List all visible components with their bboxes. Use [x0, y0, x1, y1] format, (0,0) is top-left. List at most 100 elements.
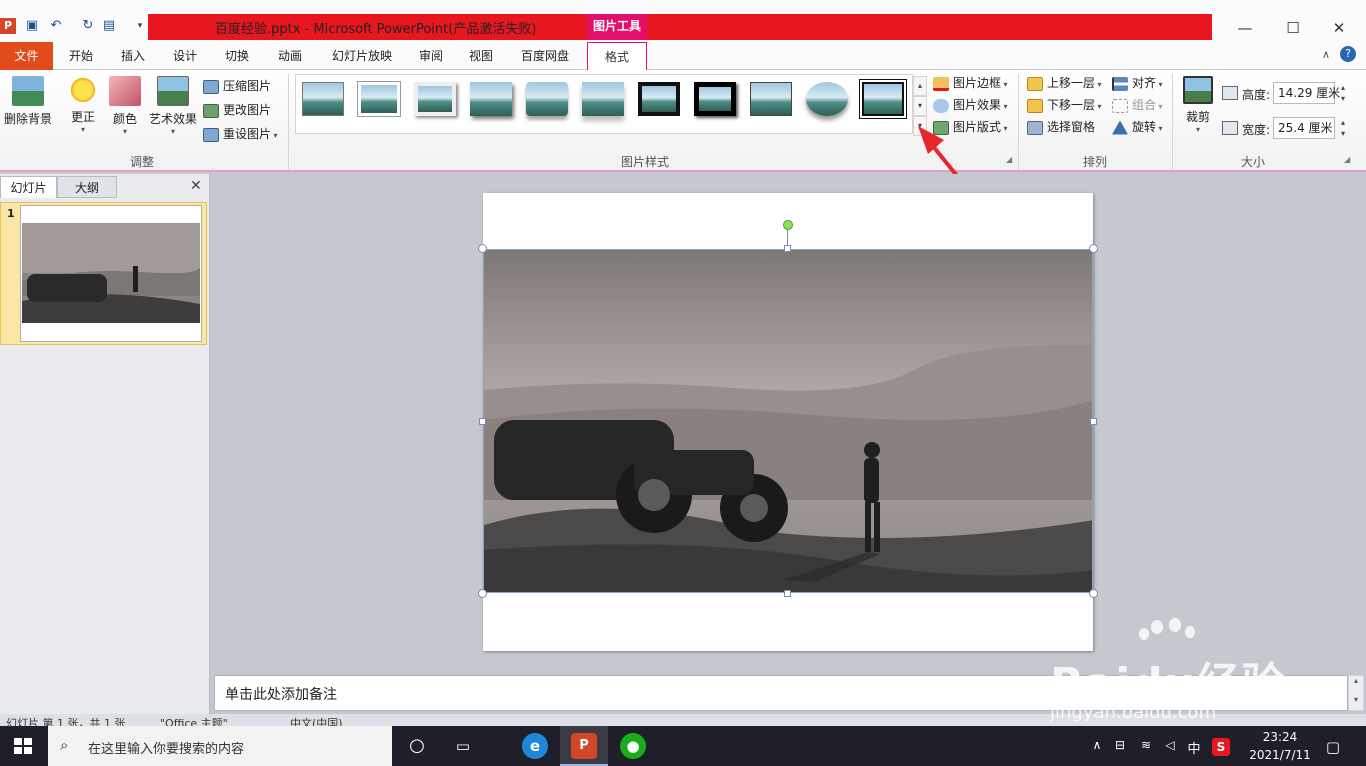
resize-handle-n[interactable]	[784, 245, 791, 252]
ribbon-collapse-icon[interactable]: ∧	[1322, 48, 1330, 61]
corrections-button[interactable]: 更正 ▾	[62, 76, 104, 134]
color-icon	[109, 76, 141, 106]
style-thumb-7[interactable]	[638, 82, 680, 116]
resize-handle-s[interactable]	[784, 590, 791, 597]
sogou-ime-icon[interactable]: S	[1212, 738, 1230, 756]
resize-handle-nw[interactable]	[478, 244, 487, 253]
resize-handle-sw[interactable]	[478, 589, 487, 598]
gallery-scroll-up-icon[interactable]: ▴	[913, 76, 927, 96]
minimize-button[interactable]: —	[1222, 14, 1268, 42]
tab-insert[interactable]: 插入	[110, 42, 156, 70]
scroll-down-icon[interactable]: ▾	[1349, 695, 1363, 704]
close-button[interactable]: ✕	[1316, 14, 1362, 42]
view-icon[interactable]: ▤	[101, 18, 117, 34]
tray-expand-icon[interactable]: ∧	[1090, 738, 1104, 752]
app-logo-icon[interactable]: P	[0, 18, 16, 34]
tab-animations[interactable]: 动画	[266, 42, 314, 70]
baidu-watermark: Baidu经验 jingyan.baidu.com	[1050, 618, 1350, 723]
height-spinner-icon[interactable]: ▴ ▾	[1337, 82, 1349, 104]
windows-start-icon[interactable]	[14, 738, 32, 754]
tab-baidu-pan[interactable]: 百度网盘	[512, 42, 578, 70]
cortana-icon[interactable]: ○	[404, 733, 430, 759]
chevron-down-icon: ▾	[122, 127, 127, 136]
align-button[interactable]: 对齐 ▾	[1112, 73, 1163, 93]
send-backward-button[interactable]: 下移一层 ▾	[1027, 95, 1102, 115]
close-panel-icon[interactable]: ✕	[190, 178, 202, 194]
tab-review[interactable]: 审阅	[408, 42, 454, 70]
tab-outline[interactable]: 大纲	[57, 176, 117, 198]
powerpoint-taskbar-icon[interactable]: P	[571, 733, 597, 759]
selection-pane-button[interactable]: 选择窗格	[1027, 117, 1095, 137]
resize-handle-w[interactable]	[479, 418, 486, 425]
wifi-icon[interactable]: ≋	[1138, 738, 1154, 752]
scroll-up-icon[interactable]: ▴	[1349, 676, 1363, 685]
volume-icon[interactable]: ◁	[1162, 738, 1178, 752]
crop-button[interactable]: 裁剪 ▾	[1180, 76, 1216, 134]
resize-handle-e[interactable]	[1090, 418, 1097, 425]
send-backward-icon	[1027, 98, 1043, 113]
selected-picture[interactable]	[483, 249, 1093, 593]
tab-transitions[interactable]: 切换	[214, 42, 260, 70]
style-preview	[859, 79, 907, 119]
notes-scrollbar[interactable]: ▴ ▾	[1348, 675, 1364, 711]
ime-indicator[interactable]: 中	[1186, 738, 1202, 757]
corrections-label: 更正	[70, 110, 95, 124]
resize-handle-se[interactable]	[1089, 589, 1098, 598]
customize-qat-icon[interactable]: ▾	[132, 18, 148, 34]
color-button[interactable]: 颜色 ▾	[108, 76, 142, 136]
style-thumb-6[interactable]	[582, 82, 624, 116]
reset-picture-label: 重设图片	[223, 127, 272, 141]
help-icon[interactable]: ?	[1340, 46, 1356, 62]
remove-background-button[interactable]: 删除背景	[2, 76, 54, 127]
style-thumb-2[interactable]	[358, 82, 400, 116]
group-button[interactable]: 组合 ▾	[1112, 95, 1163, 115]
style-thumb-9[interactable]	[750, 82, 792, 116]
resize-handle-ne[interactable]	[1089, 244, 1098, 253]
style-thumb-4[interactable]	[470, 82, 512, 116]
slide-thumbnail[interactable]	[20, 205, 202, 342]
style-thumb-1[interactable]	[302, 82, 344, 116]
group-label-picture-styles: 图片样式	[620, 155, 669, 169]
bring-forward-button[interactable]: 上移一层 ▾	[1027, 73, 1102, 93]
reset-picture-button[interactable]: 重设图片 ▾	[203, 124, 278, 144]
taskbar-search-box[interactable]: ⌕ 在这里输入你要搜索的内容	[48, 726, 392, 766]
edge-browser-icon[interactable]: e	[522, 733, 548, 759]
change-picture-button[interactable]: 更改图片	[203, 100, 271, 120]
style-thumb-10[interactable]	[806, 82, 848, 116]
artistic-effects-button[interactable]: 艺术效果 ▾	[147, 76, 199, 136]
chevron-down-icon: ▾	[271, 131, 278, 140]
style-thumb-8[interactable]	[694, 82, 736, 116]
compress-pictures-button[interactable]: 压缩图片	[203, 76, 271, 96]
tab-file[interactable]: 文件	[0, 42, 53, 70]
rotate-button[interactable]: 旋转 ▾	[1112, 117, 1163, 137]
picture-border-button[interactable]: 图片边框 ▾	[933, 73, 1008, 93]
save-icon[interactable]: ▣	[24, 18, 40, 34]
tab-slides[interactable]: 幻灯片	[0, 176, 57, 198]
task-view-icon[interactable]: ▭	[450, 733, 476, 759]
undo-icon[interactable]: ↶	[48, 18, 64, 34]
maximize-button[interactable]: ☐	[1270, 14, 1316, 42]
tab-slideshow[interactable]: 幻灯片放映	[322, 42, 402, 70]
tab-view[interactable]: 视图	[458, 42, 504, 70]
tab-home[interactable]: 开始	[58, 42, 104, 70]
style-thumb-11[interactable]	[859, 79, 907, 119]
tray-network-adapter-icon[interactable]: ⊟	[1112, 738, 1128, 752]
group-label-arrange: 排列	[1082, 155, 1107, 169]
redo-icon[interactable]: ↻	[80, 18, 96, 34]
rotation-handle[interactable]	[783, 220, 793, 230]
width-input[interactable]: 25.4 厘米	[1273, 117, 1335, 139]
style-thumb-5[interactable]	[526, 82, 568, 116]
width-spinner-icon[interactable]: ▴ ▾	[1337, 117, 1349, 139]
height-input[interactable]: 14.29 厘米	[1273, 82, 1340, 104]
slide-number: 1	[7, 207, 15, 220]
notification-center-icon[interactable]: ▢	[1324, 738, 1342, 756]
artistic-effects-label: 艺术效果	[148, 112, 197, 126]
style-thumb-3[interactable]	[414, 82, 456, 116]
dialog-launcher-icon[interactable]: ◢	[1344, 155, 1350, 164]
tab-format[interactable]: 格式	[587, 42, 647, 71]
wechat-icon[interactable]: ●	[620, 733, 646, 759]
clock-date[interactable]: 2021/7/11	[1244, 748, 1316, 762]
chevron-down-icon: ▾	[1001, 80, 1008, 89]
tab-design[interactable]: 设计	[162, 42, 208, 70]
clock-time[interactable]: 23:24	[1250, 730, 1310, 744]
